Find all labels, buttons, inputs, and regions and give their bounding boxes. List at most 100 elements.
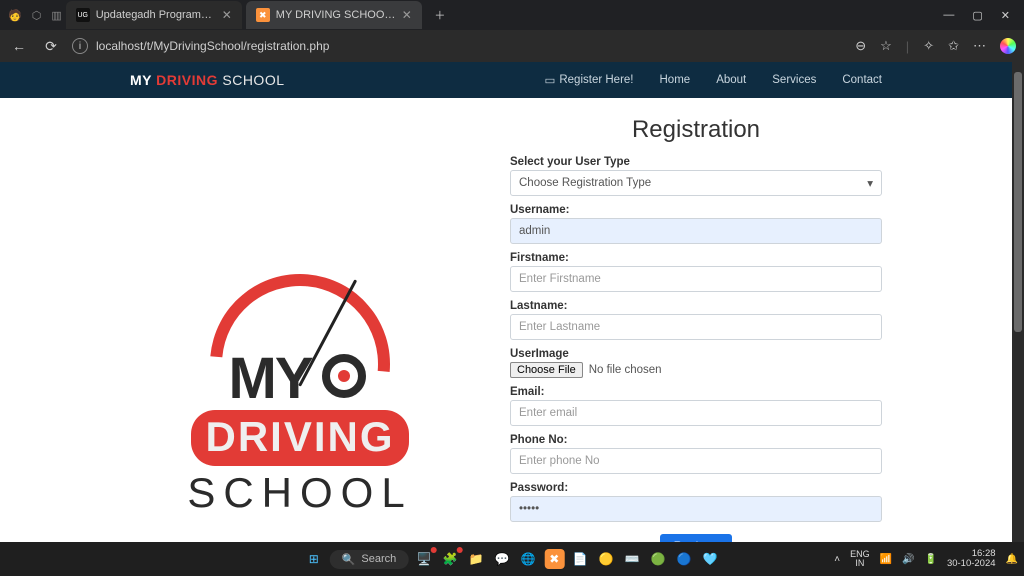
taskbar-right: ˄ ENG IN 📶 🔊 🔋 16:28 30-10-2024 🔔: [834, 549, 1018, 570]
lastname-label: Lastname:: [510, 300, 882, 312]
logo-text-my: MY: [229, 354, 312, 403]
tray-chevron-icon[interactable]: ˄: [834, 554, 840, 565]
taskbar-app-3-icon[interactable]: 🔵: [674, 549, 694, 569]
more-icon[interactable]: ⋯: [973, 38, 986, 54]
tray-wifi-icon[interactable]: 📶: [880, 554, 892, 565]
window-maximize-icon[interactable]: ▢: [972, 9, 982, 22]
windows-taskbar: ⊞ 🔍 Search 🖥️ 🧩 📁 💬 🌐 ✖ 📄 🟡 ⌨️ 🟢 🔵 🩵 ˄ E…: [0, 542, 1024, 576]
logo-column: MY DRIVING SCHOOL: [130, 112, 470, 542]
username-label: Username:: [510, 204, 882, 216]
tray-battery-icon[interactable]: 🔋: [924, 554, 936, 565]
taskbar-whatsapp-icon[interactable]: 💬: [492, 549, 512, 569]
window-controls: — ▢ ✕: [929, 9, 1024, 22]
taskbar-search[interactable]: 🔍 Search: [330, 550, 409, 569]
tab-0-favicon: UG: [76, 8, 90, 22]
tab-0[interactable]: UG Updategadh Programming - Upd ✕: [66, 1, 242, 29]
choose-file-button[interactable]: Choose File: [510, 362, 583, 378]
extensions-icon[interactable]: ✧: [923, 38, 934, 54]
password-input[interactable]: [510, 496, 882, 522]
nav-home[interactable]: Home: [660, 74, 691, 86]
copilot-icon[interactable]: [1000, 38, 1016, 54]
email-input[interactable]: [510, 400, 882, 426]
profile-icon[interactable]: 🧑: [8, 9, 22, 22]
url-text: localhost/t/MyDrivingSchool/registration…: [96, 39, 329, 53]
userimage-label: UserImage: [510, 348, 882, 360]
brand[interactable]: MY DRIVING SCHOOL: [130, 72, 285, 88]
browser-titlebar: 🧑 ⬡ ▥ UG Updategadh Programming - Upd ✕ …: [0, 0, 1024, 30]
form-title: Registration: [510, 116, 882, 144]
tabactions-icon[interactable]: ▥: [51, 9, 61, 22]
phone-input[interactable]: [510, 448, 882, 474]
register-monitor-icon: ▭: [544, 73, 555, 87]
logo-text-school: SCHOOL: [150, 470, 450, 516]
window-minimize-icon[interactable]: —: [943, 9, 954, 22]
titlebar-left-icons: 🧑 ⬡ ▥: [0, 9, 62, 22]
nav-back-icon[interactable]: ←: [8, 38, 30, 54]
brand-part-driving: DRIVING: [156, 72, 218, 88]
tab-0-title: Updategadh Programming - Upd: [96, 9, 216, 21]
password-key-icon[interactable]: ⊖: [855, 38, 866, 54]
email-label: Email:: [510, 386, 882, 398]
taskbar-chrome2-icon[interactable]: 🟢: [648, 549, 668, 569]
vertical-scrollbar[interactable]: [1012, 62, 1024, 542]
tray-lang[interactable]: ENG IN: [850, 550, 870, 569]
file-status: No file chosen: [589, 364, 662, 376]
brand-part-school: SCHOOL: [222, 72, 284, 88]
favorite-icon[interactable]: ☆: [880, 38, 892, 54]
content: MY DRIVING SCHOOL Registration: [0, 98, 1012, 542]
taskbar-app-1-icon[interactable]: 🖥️: [414, 549, 434, 569]
user-type-placeholder: Choose Registration Type: [519, 177, 651, 189]
taskbar-chrome-icon[interactable]: 🟡: [596, 549, 616, 569]
taskbar-explorer-icon[interactable]: 📁: [466, 549, 486, 569]
chevron-down-icon: ▾: [867, 176, 873, 190]
register-button[interactable]: Register: [660, 534, 733, 542]
nav-about[interactable]: About: [716, 74, 746, 86]
taskbar-xampp-icon[interactable]: ✖: [544, 549, 564, 569]
username-input[interactable]: [510, 218, 882, 244]
nav-contact[interactable]: Contact: [842, 74, 882, 86]
tab-1[interactable]: ✖ MY DRIVING SCHOOL - Book You ✕: [246, 1, 422, 29]
tray-date: 30-10-2024: [947, 559, 996, 569]
user-type-label: Select your User Type: [510, 156, 882, 168]
nav-refresh-icon[interactable]: ⟳: [40, 38, 62, 55]
window-close-icon[interactable]: ✕: [1001, 9, 1010, 22]
collections-icon[interactable]: ✩: [948, 38, 959, 54]
taskbar-word-icon[interactable]: 📄: [570, 549, 590, 569]
user-type-select[interactable]: Choose Registration Type ▾: [510, 170, 882, 196]
taskbar-search-placeholder: Search: [361, 553, 396, 565]
tray-clock[interactable]: 16:28 30-10-2024: [947, 549, 996, 570]
viewport: MY DRIVING SCHOOL ▭ Register Here! Home …: [0, 62, 1024, 542]
start-icon[interactable]: ⊞: [304, 549, 324, 569]
page: MY DRIVING SCHOOL ▭ Register Here! Home …: [0, 62, 1012, 542]
taskbar-edge-icon[interactable]: 🌐: [518, 549, 538, 569]
tab-1-title: MY DRIVING SCHOOL - Book You: [276, 9, 396, 21]
password-label: Password:: [510, 482, 882, 494]
logo-hub-dot-icon: [338, 370, 350, 382]
new-tab-button[interactable]: ＋: [428, 3, 452, 27]
taskbar-app-4-icon[interactable]: 🩵: [700, 549, 720, 569]
nav-register-label: Register Here!: [559, 74, 633, 86]
taskbar-center: ⊞ 🔍 Search 🖥️ 🧩 📁 💬 🌐 ✖ 📄 🟡 ⌨️ 🟢 🔵 🩵: [304, 549, 721, 569]
tab-1-favicon: ✖: [256, 8, 270, 22]
workspaces-icon[interactable]: ⬡: [32, 9, 42, 22]
nav-services[interactable]: Services: [772, 74, 816, 86]
phone-label: Phone No:: [510, 434, 882, 446]
nav-register[interactable]: ▭ Register Here!: [544, 73, 633, 87]
tray-notifications-icon[interactable]: 🔔: [1006, 554, 1018, 565]
taskbar-vscode-icon[interactable]: ⌨️: [622, 549, 642, 569]
brand-part-my: MY: [130, 72, 152, 88]
scrollbar-thumb[interactable]: [1014, 72, 1022, 332]
firstname-label: Firstname:: [510, 252, 882, 264]
tab-1-close-icon[interactable]: ✕: [402, 8, 412, 22]
site-info-icon[interactable]: i: [72, 38, 88, 54]
tab-0-close-icon[interactable]: ✕: [222, 8, 232, 22]
url-field[interactable]: i localhost/t/MyDrivingSchool/registrati…: [72, 38, 845, 54]
registration-form: Registration Select your User Type Choos…: [510, 112, 882, 542]
taskbar-app-2-icon[interactable]: 🧩: [440, 549, 460, 569]
site-logo: MY DRIVING SCHOOL: [150, 274, 450, 516]
firstname-input[interactable]: [510, 266, 882, 292]
lastname-input[interactable]: [510, 314, 882, 340]
tray-volume-icon[interactable]: 🔊: [902, 554, 914, 565]
browser-address-bar: ← ⟳ i localhost/t/MyDrivingSchool/regist…: [0, 30, 1024, 62]
search-icon: 🔍: [342, 553, 356, 566]
